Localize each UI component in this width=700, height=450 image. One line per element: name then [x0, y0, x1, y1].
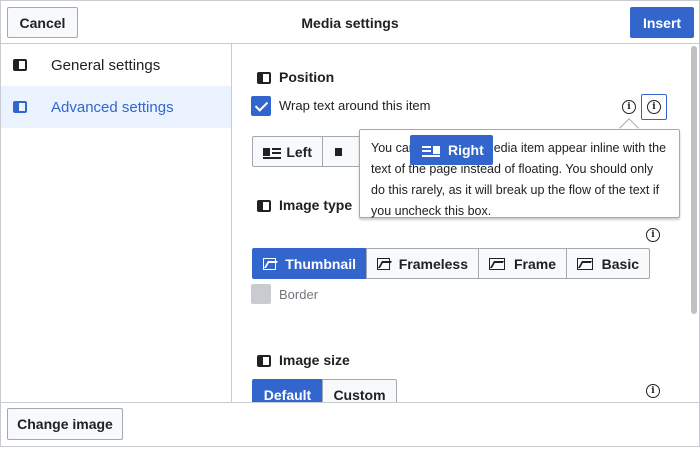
dialog-footer: Change image: [1, 402, 699, 446]
sidebar-item-advanced-settings[interactable]: Advanced settings: [1, 86, 231, 128]
image-icon: [489, 257, 505, 270]
panel-icon: [257, 72, 271, 84]
position-heading: Position: [257, 67, 457, 87]
image-size-buttons: Default Custom: [252, 379, 397, 402]
image-type-buttons: Thumbnail Frameless Frame Basic: [252, 248, 650, 279]
image-size-custom-button[interactable]: Custom: [322, 379, 397, 402]
align-left-button[interactable]: Left: [252, 136, 323, 167]
wrap-text-checkbox[interactable]: [251, 96, 271, 116]
align-left-icon: [263, 146, 281, 159]
info-icon[interactable]: i: [646, 228, 660, 242]
image-type-frameless-button[interactable]: Frameless: [366, 248, 479, 279]
panel-icon: [13, 101, 27, 113]
image-type-basic-button[interactable]: Basic: [566, 248, 650, 279]
scrollbar-thumb[interactable]: [691, 46, 697, 314]
panel-icon: [13, 59, 27, 71]
wrap-help-popup: You can edia item appear inline with the …: [359, 129, 680, 218]
align-right-button[interactable]: Right: [410, 135, 493, 165]
image-size-default-button[interactable]: Default: [252, 379, 323, 402]
sidebar: General settings Advanced settings: [1, 44, 232, 402]
insert-button[interactable]: Insert: [630, 7, 694, 38]
image-type-frame-button[interactable]: Frame: [478, 248, 567, 279]
panel-icon: [257, 200, 271, 212]
info-icon: i: [647, 100, 661, 114]
sidebar-item-label: Advanced settings: [51, 98, 174, 116]
advanced-settings-panel: Position Wrap text around this item i i …: [233, 44, 688, 402]
border-label: Border: [279, 287, 319, 302]
sidebar-item-label: General settings: [51, 56, 161, 74]
alignment-buttons: Left: [252, 136, 372, 167]
scrollbar[interactable]: [689, 44, 699, 402]
dialog-title: Media settings: [301, 14, 399, 31]
align-center-icon: [333, 146, 351, 158]
wrap-text-label: Wrap text around this item: [279, 98, 431, 113]
wrap-info-button[interactable]: i: [641, 94, 667, 120]
image-type-thumbnail-button[interactable]: Thumbnail: [252, 248, 367, 279]
image-size-heading: Image size: [257, 350, 457, 370]
change-image-button[interactable]: Change image: [7, 408, 123, 440]
media-settings-dialog: Media settings Cancel Insert General set…: [0, 0, 700, 447]
sidebar-item-general-settings[interactable]: General settings: [1, 44, 231, 86]
image-icon: [577, 257, 593, 270]
info-icon[interactable]: i: [622, 100, 636, 114]
align-right-icon: [422, 144, 440, 157]
cancel-button[interactable]: Cancel: [7, 7, 78, 38]
info-icon[interactable]: i: [646, 384, 660, 398]
image-icon: [263, 257, 277, 270]
image-icon: [377, 257, 390, 270]
dialog-header: Media settings Cancel Insert: [1, 1, 699, 44]
border-checkbox[interactable]: [251, 284, 271, 304]
panel-icon: [257, 355, 271, 367]
